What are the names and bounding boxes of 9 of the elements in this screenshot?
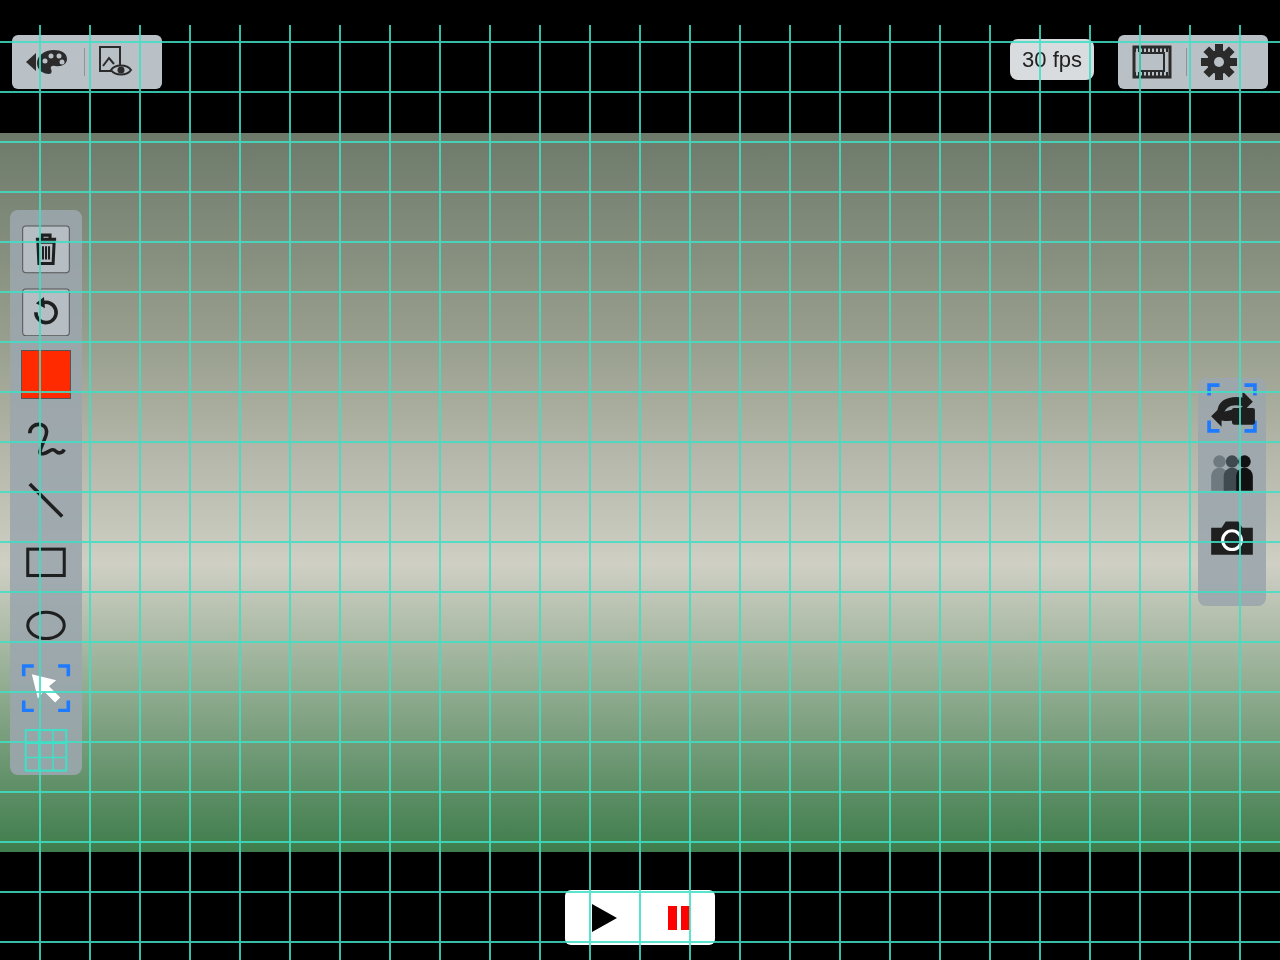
pointer-icon[interactable]	[21, 663, 71, 713]
film-icon[interactable]	[1130, 44, 1174, 80]
color-swatch[interactable]	[21, 350, 71, 400]
undo-icon[interactable]	[21, 287, 71, 337]
trash-icon[interactable]	[21, 225, 71, 274]
settings-icon[interactable]	[1199, 42, 1239, 82]
pause-button[interactable]	[667, 904, 691, 931]
play-button[interactable]	[589, 901, 619, 934]
switch-camera-icon[interactable]	[1207, 383, 1257, 433]
